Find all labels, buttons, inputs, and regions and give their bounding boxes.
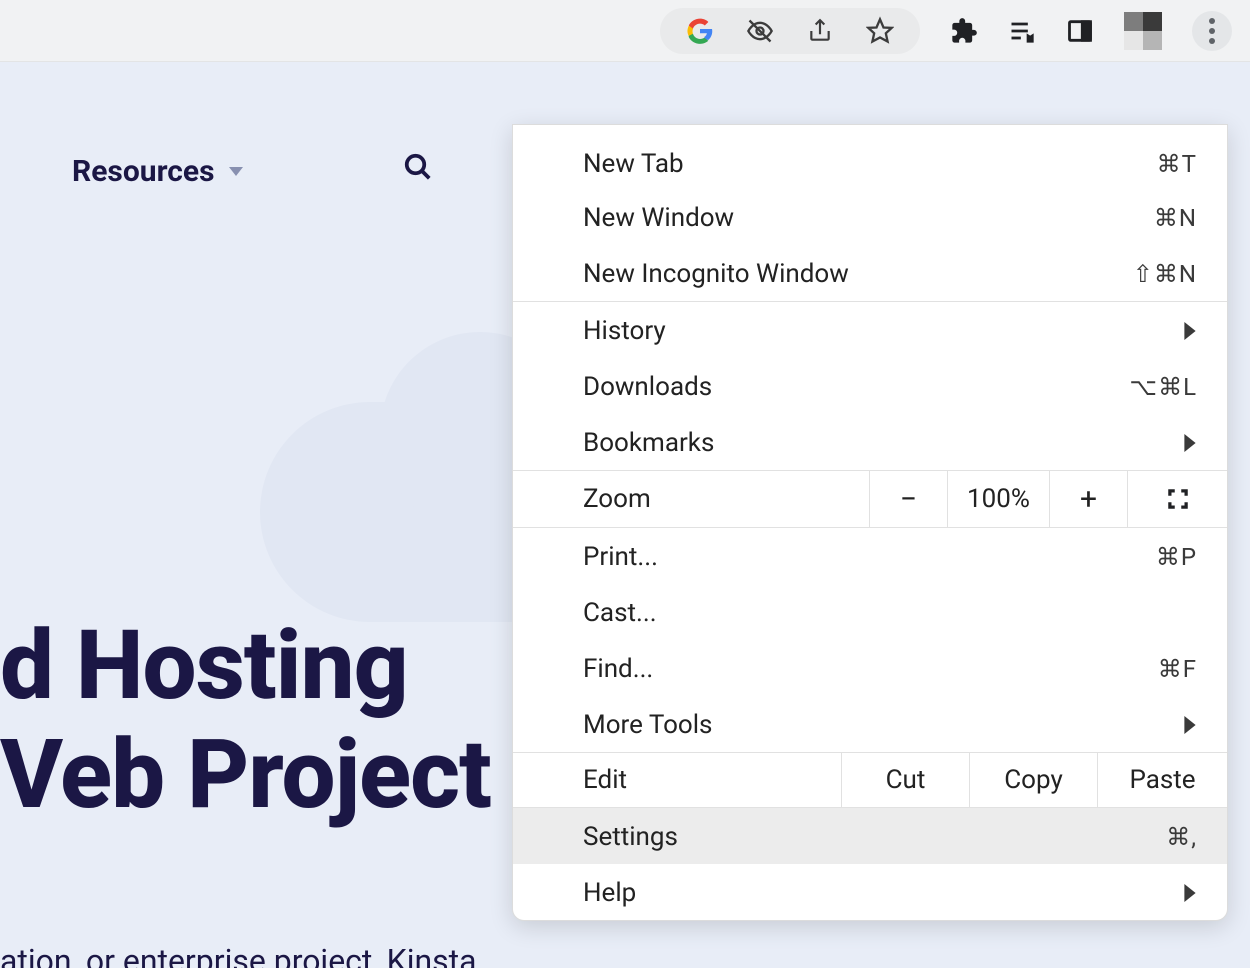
chevron-right-icon bbox=[1183, 322, 1197, 340]
menu-label: Settings bbox=[583, 822, 678, 852]
menu-label: New Incognito Window bbox=[583, 259, 849, 289]
menu-label: Cast... bbox=[583, 598, 657, 628]
menu-print[interactable]: Print... ⌘P bbox=[513, 528, 1227, 584]
edit-paste-button[interactable]: Paste bbox=[1097, 753, 1227, 807]
extensions-icon[interactable] bbox=[950, 17, 978, 45]
star-icon[interactable] bbox=[866, 17, 894, 45]
menu-label: Downloads bbox=[583, 372, 712, 402]
menu-edit-row: Edit Cut Copy Paste bbox=[513, 752, 1227, 808]
menu-label: New Tab bbox=[583, 149, 684, 179]
menu-shortcut: ⌘T bbox=[1157, 150, 1197, 178]
eye-off-icon[interactable] bbox=[746, 17, 774, 45]
browser-toolbar bbox=[0, 0, 1250, 62]
menu-cast[interactable]: Cast... bbox=[513, 584, 1227, 640]
google-icon[interactable] bbox=[686, 17, 714, 45]
menu-shortcut: ⌥⌘L bbox=[1129, 373, 1197, 401]
chevron-right-icon bbox=[1183, 434, 1197, 452]
menu-label: History bbox=[583, 316, 666, 346]
menu-zoom-row: Zoom − 100% + bbox=[513, 470, 1227, 528]
chrome-menu-button[interactable] bbox=[1192, 11, 1232, 51]
menu-new-window[interactable]: New Window ⌘N bbox=[513, 189, 1227, 245]
site-nav: Resources bbox=[72, 152, 433, 190]
menu-shortcut: ⌘P bbox=[1156, 543, 1197, 571]
menu-label: More Tools bbox=[583, 710, 712, 740]
nav-resources-label: Resources bbox=[72, 154, 215, 189]
menu-new-incognito[interactable]: New Incognito Window ⇧⌘N bbox=[513, 245, 1227, 301]
menu-label: Find... bbox=[583, 654, 653, 684]
hero-subline: ation, or enterprise project, Kinsta bbox=[0, 942, 477, 968]
zoom-out-button[interactable]: − bbox=[869, 471, 947, 527]
edit-copy-button[interactable]: Copy bbox=[969, 753, 1097, 807]
menu-find[interactable]: Find... ⌘F bbox=[513, 640, 1227, 696]
menu-zoom-label: Zoom bbox=[513, 471, 869, 527]
menu-history[interactable]: History bbox=[513, 302, 1227, 358]
menu-label: Help bbox=[583, 878, 636, 908]
menu-edit-label: Edit bbox=[513, 753, 841, 807]
chevron-right-icon bbox=[1183, 716, 1197, 734]
omnibox-actions bbox=[660, 8, 920, 54]
menu-new-tab[interactable]: New Tab ⌘T bbox=[513, 125, 1227, 189]
menu-help[interactable]: Help bbox=[513, 864, 1227, 920]
menu-downloads[interactable]: Downloads ⌥⌘L bbox=[513, 358, 1227, 414]
menu-label: Print... bbox=[583, 542, 658, 572]
menu-shortcut: ⌘, bbox=[1166, 823, 1197, 851]
page-content: Resources d Hosting Veb Project ation, o… bbox=[0, 62, 1250, 968]
menu-bookmarks[interactable]: Bookmarks bbox=[513, 414, 1227, 470]
reading-list-icon[interactable] bbox=[1008, 17, 1036, 45]
nav-resources-link[interactable]: Resources bbox=[72, 154, 243, 189]
hero-headline: d Hosting Veb Project bbox=[0, 612, 491, 831]
menu-shortcut: ⇧⌘N bbox=[1133, 260, 1197, 288]
menu-label: New Window bbox=[583, 203, 734, 233]
zoom-in-button[interactable]: + bbox=[1049, 471, 1127, 527]
edit-cut-button[interactable]: Cut bbox=[841, 753, 969, 807]
fullscreen-button[interactable] bbox=[1127, 471, 1227, 527]
share-icon[interactable] bbox=[806, 17, 834, 45]
side-panel-icon[interactable] bbox=[1066, 17, 1094, 45]
chrome-main-menu: New Tab ⌘T New Window ⌘N New Incognito W… bbox=[512, 124, 1228, 921]
chevron-down-icon bbox=[229, 167, 243, 176]
menu-more-tools[interactable]: More Tools bbox=[513, 696, 1227, 752]
search-icon[interactable] bbox=[403, 152, 433, 190]
zoom-percentage: 100% bbox=[947, 471, 1049, 527]
menu-shortcut: ⌘N bbox=[1154, 204, 1197, 232]
menu-label: Bookmarks bbox=[583, 428, 714, 458]
menu-settings[interactable]: Settings ⌘, bbox=[513, 808, 1227, 864]
menu-shortcut: ⌘F bbox=[1158, 655, 1197, 683]
chevron-right-icon bbox=[1183, 884, 1197, 902]
profile-avatar[interactable] bbox=[1124, 12, 1162, 50]
